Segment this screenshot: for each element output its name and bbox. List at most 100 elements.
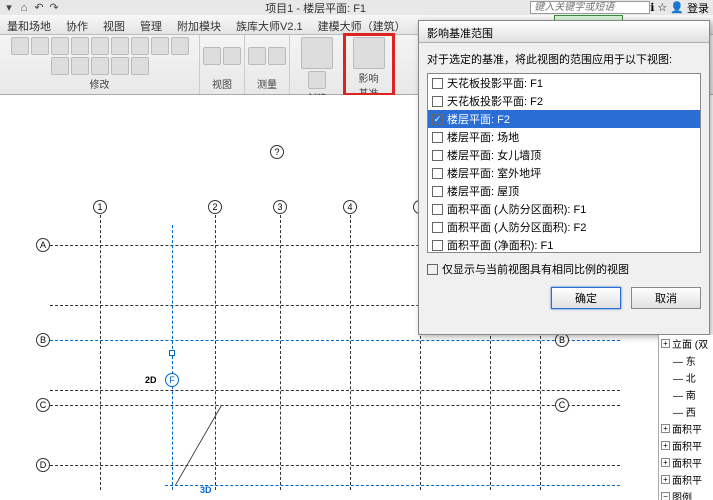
grid-bubble[interactable]: C [36, 398, 50, 412]
cancel-button[interactable]: 取消 [631, 287, 701, 309]
view-list-item[interactable]: 楼层平面: 女儿墙顶 [428, 146, 700, 164]
tree-item[interactable]: — 西 [659, 403, 713, 420]
view-list-item[interactable]: 面积平面 (净面积): F1 [428, 236, 700, 253]
tool-icon[interactable] [171, 37, 189, 55]
tool-icon[interactable] [131, 57, 149, 75]
grid-line[interactable] [100, 215, 101, 490]
search-input[interactable] [530, 1, 650, 14]
open-icon[interactable]: ⌂ [17, 1, 31, 15]
tree-item[interactable]: — 北 [659, 369, 713, 386]
grid-line[interactable] [50, 390, 620, 391]
expand-icon[interactable]: + [661, 458, 670, 467]
view-list-item[interactable]: 楼层平面: F2 [428, 110, 700, 128]
expand-icon[interactable]: + [661, 475, 670, 484]
grid-line[interactable] [350, 215, 351, 490]
expand-icon[interactable]: + [661, 424, 670, 433]
grid-bubble[interactable]: 3 [273, 200, 287, 214]
grid-2d-label[interactable]: 2D [145, 375, 157, 385]
grid-line-selected[interactable] [50, 340, 620, 341]
grid-line[interactable] [50, 465, 620, 466]
grid-bubble[interactable]: D [36, 458, 50, 472]
tool-icon[interactable] [11, 37, 29, 55]
tree-item[interactable]: +立面 (双 [659, 335, 713, 352]
checkbox-icon[interactable] [432, 132, 443, 143]
tool-icon[interactable] [91, 37, 109, 55]
tool-icon[interactable] [301, 37, 333, 69]
tool-icon[interactable] [203, 47, 221, 65]
tool-icon[interactable] [71, 37, 89, 55]
view-list[interactable]: 天花板投影平面: F1天花板投影平面: F2楼层平面: F2楼层平面: 场地楼层… [427, 73, 701, 253]
view-list-item[interactable]: 楼层平面: 屋顶 [428, 182, 700, 200]
checkbox-icon[interactable] [432, 78, 443, 89]
tab-collaborate[interactable]: 协作 [59, 15, 96, 34]
checkbox-icon[interactable] [432, 150, 443, 161]
tool-icon[interactable] [248, 47, 266, 65]
tree-item[interactable]: — 南 [659, 386, 713, 403]
grid-bubble[interactable]: 1 [93, 200, 107, 214]
grid-bubble[interactable]: ? [270, 145, 284, 159]
tree-item[interactable]: −图例 [659, 488, 713, 500]
grid-line[interactable] [50, 405, 620, 406]
tool-icon[interactable] [268, 47, 286, 65]
tool-icon[interactable] [223, 47, 241, 65]
checkbox-icon[interactable] [432, 222, 443, 233]
collapse-icon[interactable]: − [661, 492, 670, 500]
checkbox-icon[interactable] [432, 114, 443, 125]
view-list-item[interactable]: 天花板投影平面: F1 [428, 74, 700, 92]
project-browser[interactable]: +立面 (双— 东— 北— 南— 西+面积平+面积平+面积平+面积平−图例−明细… [658, 335, 713, 500]
view-list-item[interactable]: 楼层平面: 室外地坪 [428, 164, 700, 182]
tool-icon[interactable] [308, 71, 326, 89]
grid-bubble[interactable]: 2 [208, 200, 222, 214]
grid-bubble[interactable]: C [555, 398, 569, 412]
tab-view[interactable]: 视图 [96, 15, 133, 34]
grid-3d-label[interactable]: 3D [200, 485, 212, 495]
drag-handle[interactable] [169, 350, 175, 356]
tool-icon[interactable] [131, 37, 149, 55]
tool-icon[interactable] [151, 37, 169, 55]
tab-manage[interactable]: 管理 [133, 15, 170, 34]
tool-icon[interactable] [51, 57, 69, 75]
tree-item[interactable]: +面积平 [659, 437, 713, 454]
user-icon[interactable]: 👤 [670, 1, 684, 14]
checkbox-icon[interactable] [432, 96, 443, 107]
checkbox-icon[interactable] [432, 240, 443, 251]
checkbox-icon[interactable] [432, 168, 443, 179]
star-icon[interactable]: ☆ [657, 1, 667, 14]
grid-line-selected[interactable] [165, 485, 620, 486]
same-scale-option[interactable]: 仅显示与当前视图具有相同比例的视图 [427, 261, 701, 277]
grid-bubble[interactable]: A [36, 238, 50, 252]
grid-bubble[interactable]: B [36, 333, 50, 347]
tool-icon[interactable] [51, 37, 69, 55]
tab-model-arch[interactable]: 建模大师（建筑） [311, 15, 414, 34]
view-list-item[interactable]: 天花板投影平面: F2 [428, 92, 700, 110]
tool-icon[interactable] [71, 57, 89, 75]
view-list-item[interactable]: 面积平面 (人防分区面积): F1 [428, 200, 700, 218]
tool-icon[interactable] [111, 57, 129, 75]
redo-icon[interactable]: ↷ [47, 1, 61, 15]
undo-icon[interactable]: ↶ [32, 1, 46, 15]
save-icon[interactable]: ▾ [2, 1, 16, 15]
tree-item[interactable]: — 东 [659, 352, 713, 369]
tool-icon[interactable] [31, 37, 49, 55]
checkbox-icon[interactable] [432, 186, 443, 197]
info-icon[interactable]: ℹ [650, 1, 654, 14]
grid-bubble-sel[interactable]: F [165, 373, 179, 387]
grid-bubble[interactable]: 4 [343, 200, 357, 214]
expand-icon[interactable]: + [661, 441, 670, 450]
grid-line[interactable] [280, 215, 281, 490]
tree-item[interactable]: +面积平 [659, 420, 713, 437]
tool-icon[interactable] [111, 37, 129, 55]
tab-mass-site[interactable]: 量和场地 [0, 15, 59, 34]
grid-line-selected[interactable] [172, 225, 173, 490]
tree-item[interactable]: +面积平 [659, 471, 713, 488]
view-list-item[interactable]: 楼层平面: 场地 [428, 128, 700, 146]
grid-bubble[interactable]: B [555, 333, 569, 347]
login-label[interactable]: 登录 [687, 0, 709, 16]
view-list-item[interactable]: 面积平面 (人防分区面积): F2 [428, 218, 700, 236]
tab-family-lib[interactable]: 族库大师V2.1 [229, 15, 311, 34]
checkbox-icon[interactable] [432, 204, 443, 215]
ok-button[interactable]: 确定 [551, 287, 621, 309]
expand-icon[interactable]: + [661, 339, 670, 348]
tree-item[interactable]: +面积平 [659, 454, 713, 471]
tool-icon[interactable] [91, 57, 109, 75]
